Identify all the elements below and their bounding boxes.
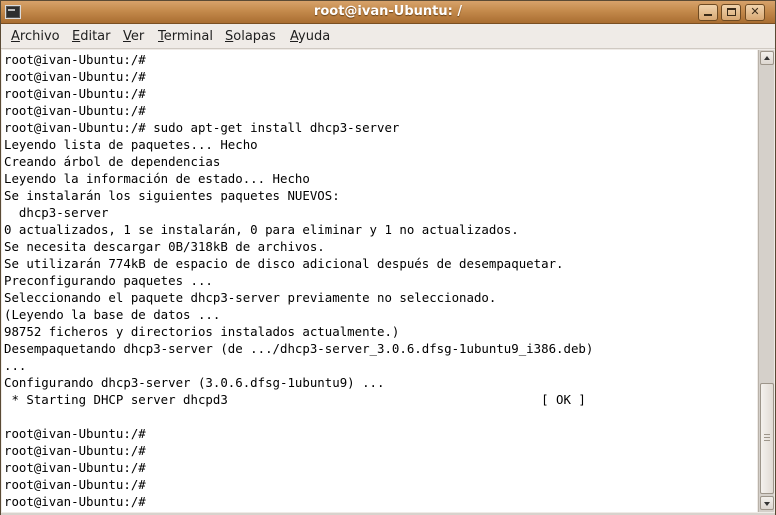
menu-solapas[interactable]: Solapas xyxy=(225,29,276,44)
scroll-down-button[interactable] xyxy=(760,496,774,510)
terminal-line: root@ivan-Ubuntu:/# xyxy=(4,426,146,441)
terminal-line: Se utilizarán 774kB de espacio de disco … xyxy=(4,256,564,271)
arrow-up-icon xyxy=(764,56,770,60)
menu-bar: Archivo Editar Ver Terminal Solapas Ayud… xyxy=(1,25,775,49)
terminal-line: 98752 ficheros y directorios instalados … xyxy=(4,324,400,339)
terminal-line: Configurando dhcp3-server (3.0.6.dfsg-1u… xyxy=(4,375,385,390)
arrow-down-icon xyxy=(764,502,770,506)
terminal-line: Creando árbol de dependencias xyxy=(4,154,221,169)
terminal-line: Desempaquetando dhcp3-server (de .../dhc… xyxy=(4,341,594,356)
minimize-icon xyxy=(704,14,712,16)
menu-archivo[interactable]: Archivo xyxy=(11,29,60,44)
grip-line xyxy=(764,434,770,435)
terminal-line: root@ivan-Ubuntu:/# xyxy=(4,86,146,101)
terminal-line: root@ivan-Ubuntu:/# sudo apt-get install… xyxy=(4,120,400,135)
terminal-line: Se instalarán los siguientes paquetes NU… xyxy=(4,188,340,203)
terminal-output[interactable]: root@ivan-Ubuntu:/# root@ivan-Ubuntu:/# ro… xyxy=(2,50,757,512)
menu-editar[interactable]: Editar xyxy=(72,29,111,44)
window-title: root@ivan-Ubuntu: / xyxy=(313,4,463,19)
terminal-line: root@ivan-Ubuntu:/# xyxy=(4,477,146,492)
close-button[interactable]: ✕ xyxy=(745,4,765,21)
maximize-button[interactable] xyxy=(721,4,741,21)
maximize-icon xyxy=(727,8,736,16)
terminal-line: Preconfigurando paquetes ... xyxy=(4,273,213,288)
grip-line xyxy=(764,440,770,441)
terminal-line: root@ivan-Ubuntu:/# xyxy=(4,69,146,84)
terminal-line: dhcp3-server xyxy=(4,205,109,220)
terminal-line: Leyendo la información de estado... Hech… xyxy=(4,171,310,186)
terminal-line: root@ivan-Ubuntu:/# xyxy=(4,443,146,458)
menu-ayuda[interactable]: Ayuda xyxy=(290,29,330,44)
terminal-line: Seleccionando el paquete dhcp3-server pr… xyxy=(4,290,497,305)
terminal-line: * Starting DHCP server dhcpd3 [ OK ] xyxy=(4,392,586,407)
scroll-up-button[interactable] xyxy=(760,51,774,65)
terminal-line: root@ivan-Ubuntu:/# xyxy=(4,52,146,67)
terminal-line: Leyendo lista de paquetes... Hecho xyxy=(4,137,258,152)
terminal-line: 0 actualizados, 1 se instalarán, 0 para … xyxy=(4,222,519,237)
menu-terminal[interactable]: Terminal xyxy=(158,29,213,44)
terminal-line: ... xyxy=(4,358,27,373)
vertical-scrollbar[interactable] xyxy=(758,50,774,512)
close-icon: ✕ xyxy=(750,5,760,18)
menu-ver[interactable]: Ver xyxy=(123,29,144,44)
terminal-window: root@ivan-Ubuntu: / ✕ Archivo Editar Ver… xyxy=(0,0,776,515)
terminal-line: root@ivan-Ubuntu:/# xyxy=(4,103,146,118)
terminal-line: Se necesita descargar 0B/318kB de archiv… xyxy=(4,239,325,254)
title-bar[interactable]: root@ivan-Ubuntu: / ✕ xyxy=(1,1,775,24)
terminal-line: root@ivan-Ubuntu:/# xyxy=(4,494,146,509)
minimize-button[interactable] xyxy=(698,4,718,21)
scrollbar-thumb[interactable] xyxy=(760,383,774,494)
terminal-line: root@ivan-Ubuntu:/# xyxy=(4,460,146,475)
grip-line xyxy=(764,437,770,438)
terminal-line: (Leyendo la base de datos ... xyxy=(4,307,221,322)
